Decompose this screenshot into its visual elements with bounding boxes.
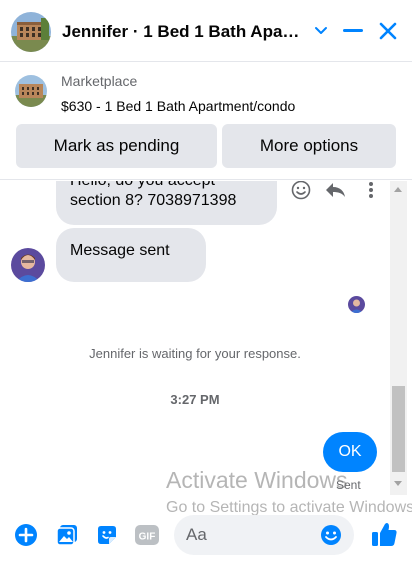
emoji-icon[interactable]: [320, 524, 342, 546]
outgoing-message-bubble[interactable]: OK: [323, 432, 377, 472]
seen-indicator-avatar: [348, 296, 365, 313]
message-composer: GIF: [0, 505, 412, 568]
close-icon[interactable]: [375, 18, 401, 44]
chat-scrollbar[interactable]: [390, 181, 407, 495]
svg-text:GIF: GIF: [139, 532, 156, 543]
message-status: Sent: [336, 478, 361, 492]
mark-as-pending-button[interactable]: Mark as pending: [16, 124, 217, 168]
marketplace-card: Marketplace $630 - 1 Bed 1 Bath Apartmen…: [0, 62, 412, 180]
listing-avatar[interactable]: [11, 12, 51, 52]
gif-icon[interactable]: GIF: [134, 522, 160, 548]
plus-icon[interactable]: [13, 522, 39, 548]
more-actions-icon[interactable]: [360, 181, 382, 201]
more-options-button[interactable]: More options: [222, 124, 396, 168]
message-text: Message sent: [70, 242, 170, 259]
scroll-up-arrow-icon[interactable]: [394, 187, 402, 192]
message-timestamp: 3:27 PM: [170, 392, 220, 407]
message-input-container: [174, 515, 354, 555]
messenger-chat-window: Jennifer · 1 Bed 1 Bath Apartment/condo …: [0, 0, 412, 568]
chat-title[interactable]: Jennifer · 1 Bed 1 Bath Apartment/condo: [62, 22, 302, 42]
thumbs-up-icon[interactable]: [369, 519, 399, 549]
listing-thumbnail[interactable]: [15, 75, 47, 107]
listing-title[interactable]: $630 - 1 Bed 1 Bath Apartment/condo: [61, 98, 295, 114]
minimize-icon[interactable]: [340, 18, 366, 44]
marketplace-label: Marketplace: [61, 73, 138, 89]
scrollbar-thumb[interactable]: [392, 386, 405, 472]
reply-icon[interactable]: [324, 181, 346, 201]
sender-avatar[interactable]: [11, 248, 45, 282]
chat-header: Jennifer · 1 Bed 1 Bath Apartment/condo: [0, 0, 412, 62]
message-list: Hello, do you accept section 8? 70389713…: [0, 181, 390, 495]
chevron-down-icon[interactable]: [308, 18, 334, 44]
incoming-message-bubble[interactable]: Hello, do you accept section 8? 70389713…: [56, 181, 277, 225]
photo-icon[interactable]: [54, 522, 80, 548]
scroll-down-arrow-icon[interactable]: [394, 481, 402, 486]
message-text: Hello, do you accept section 8? 70389713…: [70, 181, 237, 209]
incoming-message-bubble[interactable]: Message sent: [56, 228, 206, 282]
react-emoji-icon[interactable]: [290, 181, 312, 201]
sticker-icon[interactable]: [94, 522, 120, 548]
message-text: OK: [338, 443, 362, 460]
waiting-notice: Jennifer is waiting for your response.: [89, 346, 301, 361]
message-input[interactable]: [186, 515, 316, 555]
